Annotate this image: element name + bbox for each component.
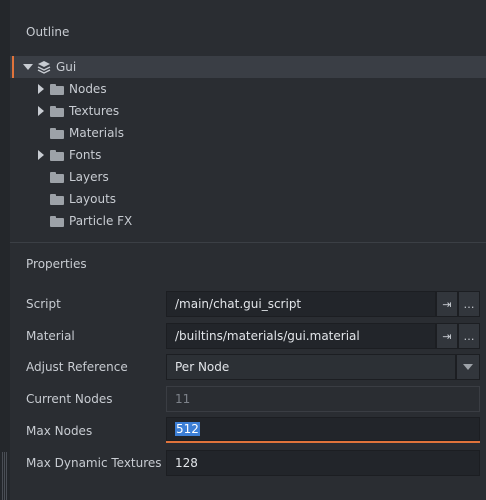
resize-handle[interactable] (2, 452, 7, 500)
max-nodes-label: Max Nodes (26, 424, 93, 438)
folder-icon (50, 128, 64, 139)
max-dynamic-textures-label: Max Dynamic Textures (26, 456, 162, 470)
tree-item-particle-fx[interactable]: Particle FX (10, 210, 486, 232)
goto-material-button[interactable]: ⇥ (436, 323, 458, 349)
folder-icon (50, 194, 64, 205)
ellipsis-icon: … (463, 297, 475, 311)
folder-icon (50, 172, 64, 183)
browse-script-button[interactable]: … (458, 291, 480, 317)
left-edge-strip (0, 0, 10, 500)
tree-item-gui[interactable]: Gui (10, 56, 486, 78)
tree-item-label: Materials (69, 126, 125, 140)
tree-item-layouts[interactable]: Layouts (10, 188, 486, 210)
chevron-down-icon[interactable] (23, 64, 33, 70)
current-nodes-field: 11 (166, 386, 480, 412)
folder-icon (50, 84, 64, 95)
dropdown-button[interactable] (456, 354, 480, 380)
folder-icon (50, 106, 64, 117)
max-dynamic-textures-value: 128 (175, 456, 198, 470)
adjust-reference-value: Per Node (175, 360, 230, 374)
goto-icon: ⇥ (442, 329, 452, 343)
tree-item-layers[interactable]: Layers (10, 166, 486, 188)
browse-material-button[interactable]: … (458, 323, 480, 349)
material-label: Material (26, 329, 75, 343)
script-label: Script (26, 297, 61, 311)
adjust-reference-select[interactable]: Per Node (166, 354, 456, 380)
focus-underline (166, 441, 480, 443)
outline-properties-panel: Outline Gui Nodes Textures Materials Fon… (10, 0, 486, 500)
goto-icon: ⇥ (442, 297, 452, 311)
current-nodes-value: 11 (175, 392, 191, 406)
tree-item-label: Layouts (69, 192, 117, 206)
tree-item-label: Gui (56, 60, 77, 74)
current-nodes-label: Current Nodes (26, 392, 113, 406)
goto-script-button[interactable]: ⇥ (436, 291, 458, 317)
chevron-right-icon[interactable] (38, 150, 44, 160)
max-nodes-value: 512 (175, 422, 200, 436)
tree-item-label: Textures (69, 104, 120, 118)
max-nodes-field[interactable]: 512 (166, 417, 480, 441)
tree-item-label: Layers (69, 170, 109, 184)
material-field[interactable]: /builtins/materials/gui.material (166, 323, 436, 349)
chevron-right-icon[interactable] (38, 84, 44, 94)
tree-item-materials[interactable]: Materials (10, 122, 486, 144)
chevron-right-icon[interactable] (38, 106, 44, 116)
material-value: /builtins/materials/gui.material (175, 329, 360, 343)
layers-icon (37, 61, 51, 74)
adjust-reference-label: Adjust Reference (26, 360, 128, 374)
section-divider (10, 242, 486, 243)
properties-title: Properties (26, 257, 87, 271)
ellipsis-icon: … (463, 329, 475, 343)
folder-icon (50, 150, 64, 161)
script-field[interactable]: /main/chat.gui_script (166, 291, 436, 317)
tree-item-label: Nodes (69, 82, 107, 96)
script-value: /main/chat.gui_script (175, 297, 302, 311)
tree-item-label: Particle FX (69, 214, 133, 228)
tree-item-textures[interactable]: Textures (10, 100, 486, 122)
chevron-down-icon (463, 364, 473, 370)
folder-icon (50, 216, 64, 227)
tree-item-fonts[interactable]: Fonts (10, 144, 486, 166)
tree-item-nodes[interactable]: Nodes (10, 78, 486, 100)
max-dynamic-textures-field[interactable]: 128 (166, 450, 480, 476)
tree-item-label: Fonts (69, 148, 102, 162)
outline-title: Outline (26, 25, 70, 39)
